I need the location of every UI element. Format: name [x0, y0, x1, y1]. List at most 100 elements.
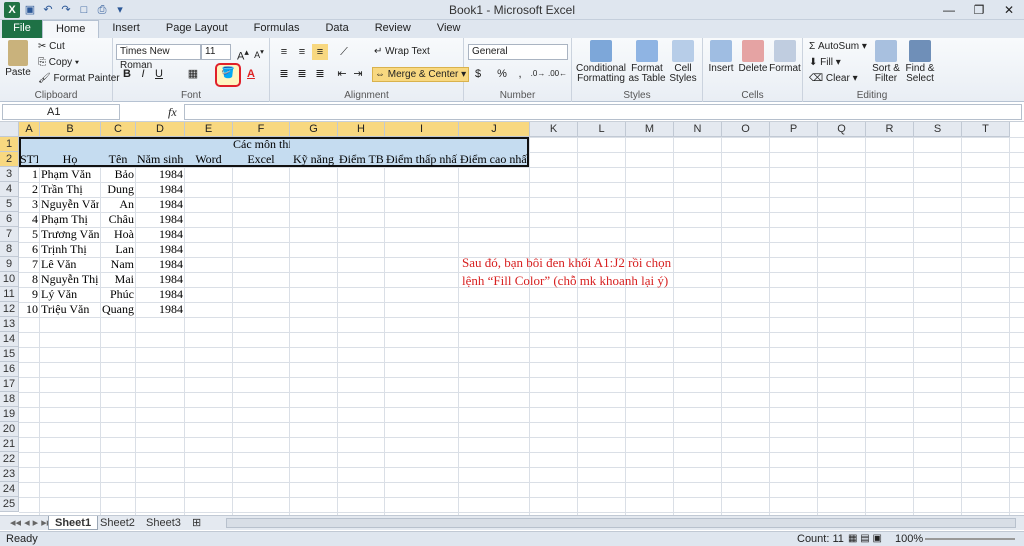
- row-header-1[interactable]: 1: [0, 137, 19, 152]
- row-header-2[interactable]: 2: [0, 152, 19, 167]
- copy-button[interactable]: ⎘ Copy ▾: [38, 57, 79, 68]
- zoom-slider[interactable]: [925, 538, 1015, 540]
- paste-button[interactable]: Paste: [4, 40, 32, 78]
- tab-formulas[interactable]: Formulas: [241, 20, 313, 38]
- sheet-tab-1[interactable]: Sheet1: [48, 516, 99, 530]
- view-buttons-icon[interactable]: ▦ ▤ ▣: [848, 532, 882, 546]
- row-header-8[interactable]: 8: [0, 242, 19, 257]
- align-bottom-icon[interactable]: ≡: [312, 44, 328, 60]
- header-cell[interactable]: Excel: [234, 152, 288, 167]
- grow-font-icon[interactable]: A▴: [235, 44, 251, 63]
- row-header-15[interactable]: 15: [0, 347, 19, 362]
- worksheet-grid[interactable]: Các môn thi Sau đó, bạn bôi đen khối A1:…: [0, 122, 1024, 515]
- ten-cell[interactable]: Quang: [102, 302, 134, 317]
- ten-cell[interactable]: Châu: [102, 212, 134, 227]
- column-header-h[interactable]: H: [338, 122, 385, 137]
- row-header-7[interactable]: 7: [0, 227, 19, 242]
- row-header-12[interactable]: 12: [0, 302, 19, 317]
- borders-icon[interactable]: ▦: [185, 66, 201, 82]
- percent-button[interactable]: %: [494, 66, 510, 82]
- currency-button[interactable]: $: [470, 66, 486, 82]
- row-header-13[interactable]: 13: [0, 317, 19, 332]
- tab-file[interactable]: File: [2, 20, 42, 38]
- nam-sinh-cell[interactable]: 1984: [137, 242, 183, 257]
- merged-header-cell[interactable]: Các môn thi: [233, 137, 290, 152]
- row-header-4[interactable]: 4: [0, 182, 19, 197]
- row-header-6[interactable]: 6: [0, 212, 19, 227]
- row-header-19[interactable]: 19: [0, 407, 19, 422]
- column-header-p[interactable]: P: [770, 122, 818, 137]
- column-header-f[interactable]: F: [233, 122, 290, 137]
- align-right-icon[interactable]: ≣: [312, 66, 328, 82]
- header-cell[interactable]: Điểm cao nhất: [460, 152, 528, 167]
- cell-styles-button[interactable]: Cell Styles: [666, 40, 700, 84]
- fill-color-button[interactable]: 🪣: [215, 63, 241, 87]
- number-format-select[interactable]: General: [468, 44, 568, 60]
- column-header-m[interactable]: M: [626, 122, 674, 137]
- column-header-t[interactable]: T: [962, 122, 1010, 137]
- nam-sinh-cell[interactable]: 1984: [137, 227, 183, 242]
- autosum-button[interactable]: Σ AutoSum ▾: [809, 41, 867, 52]
- insert-function-icon[interactable]: fx: [168, 105, 177, 120]
- ten-cell[interactable]: Bảo: [102, 167, 134, 182]
- merge-center-button[interactable]: ⇔ Merge & Center ▾: [372, 67, 470, 82]
- fill-button[interactable]: ⬇ Fill ▾: [809, 57, 841, 68]
- column-header-k[interactable]: K: [530, 122, 578, 137]
- column-header-c[interactable]: C: [101, 122, 136, 137]
- stt-cell[interactable]: 6: [20, 242, 38, 257]
- ho-cell[interactable]: Trịnh Thị: [41, 242, 99, 257]
- increase-indent-icon[interactable]: ⇥: [350, 66, 366, 82]
- ho-cell[interactable]: Lê Văn: [41, 257, 99, 272]
- row-header-9[interactable]: 9: [0, 257, 19, 272]
- ten-cell[interactable]: Phúc: [102, 287, 134, 302]
- insert-sheet-icon[interactable]: ⊞: [186, 516, 207, 530]
- minimize-icon[interactable]: —: [934, 0, 964, 20]
- row-header-20[interactable]: 20: [0, 422, 19, 437]
- row-header-10[interactable]: 10: [0, 272, 19, 287]
- stt-cell[interactable]: 3: [20, 197, 38, 212]
- formula-input[interactable]: [184, 104, 1022, 120]
- ho-cell[interactable]: Lý Văn: [41, 287, 99, 302]
- format-cells-button[interactable]: Format: [769, 40, 801, 74]
- clear-button[interactable]: ⌫ Clear ▾: [809, 73, 858, 84]
- column-header-o[interactable]: O: [722, 122, 770, 137]
- column-header-r[interactable]: R: [866, 122, 914, 137]
- column-header-b[interactable]: B: [40, 122, 101, 137]
- align-middle-icon[interactable]: ≡: [294, 44, 310, 60]
- ho-cell[interactable]: Trương Văn: [41, 227, 99, 242]
- row-header-18[interactable]: 18: [0, 392, 19, 407]
- row-header-16[interactable]: 16: [0, 362, 19, 377]
- nam-sinh-cell[interactable]: 1984: [137, 167, 183, 182]
- italic-button[interactable]: I: [135, 66, 151, 82]
- column-header-q[interactable]: Q: [818, 122, 866, 137]
- stt-cell[interactable]: 5: [20, 227, 38, 242]
- format-as-table-button[interactable]: Format as Table: [628, 40, 666, 84]
- row-header-17[interactable]: 17: [0, 377, 19, 392]
- header-cell[interactable]: Năm sinh: [137, 152, 183, 167]
- stt-cell[interactable]: 7: [20, 257, 38, 272]
- decrease-indent-icon[interactable]: ⇤: [334, 66, 350, 82]
- tab-data[interactable]: Data: [312, 20, 361, 38]
- row-header-22[interactable]: 22: [0, 452, 19, 467]
- row-header-11[interactable]: 11: [0, 287, 19, 302]
- column-header-a[interactable]: A: [19, 122, 40, 137]
- tab-view[interactable]: View: [424, 20, 474, 38]
- row-header-23[interactable]: 23: [0, 467, 19, 482]
- sheet-tab-3[interactable]: Sheet3: [140, 516, 187, 530]
- stt-cell[interactable]: 8: [20, 272, 38, 287]
- stt-cell[interactable]: 2: [20, 182, 38, 197]
- nam-sinh-cell[interactable]: 1984: [137, 212, 183, 227]
- nam-sinh-cell[interactable]: 1984: [137, 197, 183, 212]
- column-header-s[interactable]: S: [914, 122, 962, 137]
- decrease-decimal-icon[interactable]: .00←: [548, 66, 567, 82]
- row-header-24[interactable]: 24: [0, 482, 19, 497]
- insert-cells-button[interactable]: Insert: [705, 40, 737, 74]
- zoom-level[interactable]: 100%: [895, 532, 923, 546]
- increase-decimal-icon[interactable]: .0→: [530, 66, 546, 82]
- ho-cell[interactable]: Nguyễn Thị: [41, 272, 99, 287]
- row-header-14[interactable]: 14: [0, 332, 19, 347]
- ten-cell[interactable]: Dung: [102, 182, 134, 197]
- ho-cell[interactable]: Phạm Văn: [41, 167, 99, 182]
- column-header-j[interactable]: J: [459, 122, 530, 137]
- ho-cell[interactable]: Triệu Văn: [41, 302, 99, 317]
